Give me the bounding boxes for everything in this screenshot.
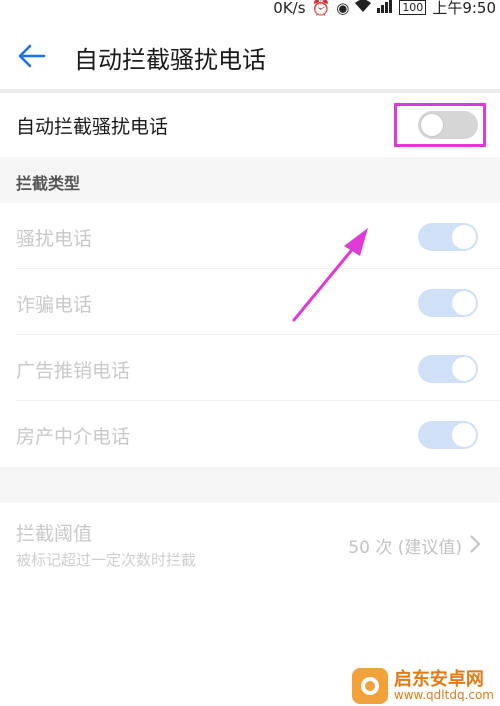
- clock: 上午9:50: [432, 0, 496, 17]
- back-arrow-icon[interactable]: [18, 44, 46, 68]
- page-title: 自动拦截骚扰电话: [74, 46, 266, 74]
- wifi-icon: [355, 0, 372, 17]
- watermark-name: 启东安卓网: [393, 668, 484, 690]
- network-speed: 0K/s: [273, 0, 306, 17]
- watermark-logo-icon: [351, 668, 388, 704]
- toggle-knob: [452, 423, 476, 447]
- harassment-toggle[interactable]: [418, 223, 478, 251]
- toggle-knob: [452, 291, 476, 315]
- eye-icon: ◉: [336, 0, 350, 17]
- advertising-toggle[interactable]: [418, 355, 478, 383]
- toggle-knob: [452, 357, 476, 381]
- app-bar: 自动拦截骚扰电话: [0, 18, 500, 90]
- list-item-advertising[interactable]: 广告推销电话: [0, 335, 500, 401]
- highlight-annotation: [394, 103, 486, 147]
- battery-icon: 100: [399, 0, 427, 15]
- list-item-label: 房产中介电话: [16, 426, 131, 448]
- list-item-fraud[interactable]: 诈骗电话: [0, 269, 500, 335]
- block-type-list: 骚扰电话 诈骗电话 广告推销电话 房产中介电话: [0, 203, 500, 467]
- signal-icon: [377, 0, 393, 17]
- threshold-value: 50 次 (建议值): [348, 538, 462, 558]
- fraud-toggle[interactable]: [418, 289, 478, 317]
- list-item-label: 诈骗电话: [16, 294, 93, 316]
- toggle-knob: [452, 225, 476, 249]
- watermark-url: www.qdltdq.com: [393, 688, 494, 703]
- list-item-label: 骚扰电话: [16, 228, 93, 250]
- real-estate-toggle[interactable]: [418, 421, 478, 449]
- status-bar: 0K/s ⏰ ◉ 100 上午9:50: [0, 0, 500, 18]
- section-title-block-types: 拦截类型: [16, 174, 81, 193]
- list-item-label: 广告推销电话: [16, 360, 131, 382]
- threshold-description: 被标记超过一定次数时拦截: [16, 551, 197, 569]
- auto-block-label: 自动拦截骚扰电话: [16, 116, 169, 138]
- list-item-harassment[interactable]: 骚扰电话: [0, 203, 500, 269]
- chevron-right-icon: [470, 535, 481, 553]
- list-item-real-estate[interactable]: 房产中介电话: [0, 401, 500, 467]
- status-icons: 0K/s ⏰ ◉ 100 上午9:50: [273, 0, 496, 18]
- alarm-icon: ⏰: [311, 0, 331, 17]
- threshold-label: 拦截阈值: [16, 523, 93, 545]
- watermark-text: 启东安卓网 www.qdltdq.com: [393, 668, 494, 703]
- watermark: 启东安卓网 www.qdltdq.com: [351, 668, 494, 704]
